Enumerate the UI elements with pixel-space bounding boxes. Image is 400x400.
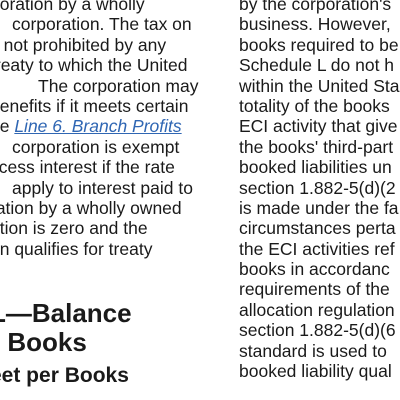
left-column: poration by a wholly corporation. The ta… (0, 0, 222, 389)
right-line-6: totality of the books (239, 95, 390, 116)
left-line-2: corporation. The tax on (12, 14, 192, 35)
section-spacer (0, 259, 222, 299)
right-line-8: the books' third-part (239, 136, 394, 157)
left-line-13: on qualifies for treaty (0, 238, 153, 259)
right-line-3: books required to be (239, 34, 399, 55)
right-line-16: allocation regulation (239, 299, 395, 320)
left-line-4: treaty to which the United (0, 55, 188, 76)
left-line-5: The corporation may (38, 75, 199, 96)
right-line-7: ECI activity that give (239, 116, 398, 137)
left-line-11: ration by a wholly owned (0, 197, 182, 218)
left-line-6: benefits if it meets certain (0, 95, 189, 116)
right-line-12: circumstances perta (239, 218, 396, 239)
right-line-17: section 1.882-5(d)(6 (239, 320, 396, 341)
right-line-10: section 1.882-5(d)(2 (239, 177, 396, 198)
right-line-18: standard is used to (239, 340, 387, 361)
right-line-13: the ECI activities ref (239, 238, 395, 259)
right-line-1: by the corporation's (239, 0, 392, 14)
right-line-5: within the United Sta (239, 75, 400, 96)
left-line-12: ation is zero and the (0, 218, 148, 239)
right-line-15: requirements of the (239, 279, 390, 300)
left-line-10: apply to interest paid to (12, 177, 193, 198)
right-line-14: books in accordanc (239, 259, 390, 280)
section-subheading: eet per Books (0, 364, 129, 388)
left-line-3: s not prohibited by any (0, 34, 167, 55)
right-line-11: is made under the fa (239, 197, 399, 218)
branch-profits-link[interactable]: Line 6. Branch Profits (14, 116, 181, 136)
right-line-2: business. However, (239, 14, 391, 35)
section-heading-line-1: L—Balance (0, 298, 132, 329)
left-line-9: xcess interest if the rate (0, 157, 175, 178)
left-line-8: corporation is exempt (12, 136, 180, 157)
left-line-7: ee Line 6. Branch Profits (0, 116, 222, 136)
left-line-1: poration by a wholly (0, 0, 145, 14)
right-line-4: Schedule L do not h (239, 55, 395, 76)
left-line-7-prefix: ee (0, 116, 10, 137)
section-heading-line-2: r Books (0, 327, 87, 358)
right-line-19: booked liability qual (239, 361, 392, 382)
right-line-9: booked liabilities un (239, 157, 392, 178)
right-column: by the corporation's business. However, … (239, 0, 400, 381)
